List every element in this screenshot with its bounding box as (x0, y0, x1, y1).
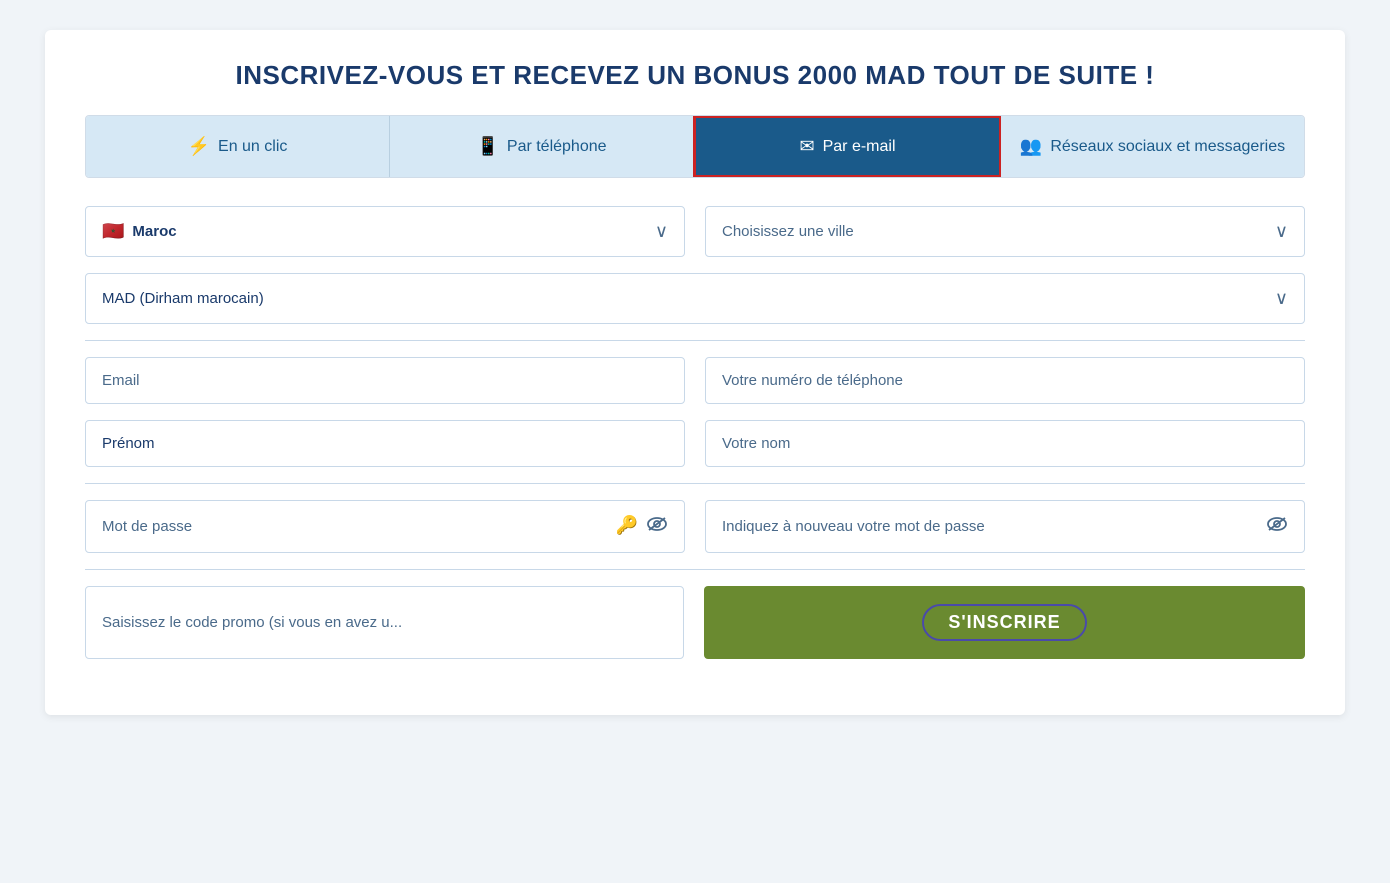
submit-button[interactable]: S'INSCRIRE (704, 586, 1305, 659)
country-select[interactable]: 🇲🇦 Maroc ∨ (85, 206, 685, 257)
confirm-password-icons (1266, 515, 1288, 538)
confirm-eye-slash-icon[interactable] (1266, 515, 1288, 538)
password-field[interactable]: Mot de passe 🔑 (85, 500, 685, 553)
bolt-icon: ⚡ (188, 136, 210, 157)
phone-icon: 📱 (476, 136, 498, 157)
divider-3 (85, 569, 1305, 570)
registration-container: INSCRIVEZ-VOUS ET RECEVEZ UN BONUS 2000 … (45, 30, 1345, 715)
divider-1 (85, 340, 1305, 341)
email-phone-row: Email Votre numéro de téléphone (85, 357, 1305, 404)
users-icon: 👥 (1020, 136, 1042, 157)
city-select[interactable]: Choisissez une ville ∨ (705, 206, 1305, 257)
country-city-row: 🇲🇦 Maroc ∨ Choisissez une ville ∨ (85, 206, 1305, 257)
lastname-field[interactable]: Votre nom (705, 420, 1305, 467)
promo-field[interactable]: Saisissez le code promo (si vous en avez… (85, 586, 684, 659)
eye-slash-icon[interactable] (646, 515, 668, 538)
confirm-password-field[interactable]: Indiquez à nouveau votre mot de passe (705, 500, 1305, 553)
name-row: Prénom Votre nom (85, 420, 1305, 467)
divider-2 (85, 483, 1305, 484)
tab-par-telephone[interactable]: 📱 Par téléphone (390, 116, 694, 177)
firstname-field[interactable]: Prénom (85, 420, 685, 467)
country-chevron: ∨ (655, 221, 668, 242)
password-icons: 🔑 (616, 515, 668, 538)
promo-submit-row: Saisissez le code promo (si vous en avez… (85, 586, 1305, 659)
tab-reseaux-sociaux[interactable]: 👥 Réseaux sociaux et messageries (1001, 116, 1304, 177)
currency-select[interactable]: MAD (Dirham marocain) ∨ (85, 273, 1305, 324)
email-tab-icon: ✉ (800, 136, 815, 157)
currency-row: MAD (Dirham marocain) ∨ (85, 273, 1305, 324)
key-icon: 🔑 (616, 515, 638, 538)
page-title: INSCRIVEZ-VOUS ET RECEVEZ UN BONUS 2000 … (85, 60, 1305, 91)
tab-par-email[interactable]: ✉ Par e-mail (693, 115, 1002, 178)
tab-en-un-clic[interactable]: ⚡ En un clic (86, 116, 390, 177)
city-chevron: ∨ (1275, 221, 1288, 242)
password-row: Mot de passe 🔑 Indiquez à nouveau votre … (85, 500, 1305, 553)
phone-field[interactable]: Votre numéro de téléphone (705, 357, 1305, 404)
email-field[interactable]: Email (85, 357, 685, 404)
currency-chevron: ∨ (1275, 288, 1288, 309)
registration-form: 🇲🇦 Maroc ∨ Choisissez une ville ∨ MAD (D… (85, 206, 1305, 659)
registration-tabs: ⚡ En un clic 📱 Par téléphone ✉ Par e-mai… (85, 115, 1305, 178)
morocco-flag: 🇲🇦 (102, 221, 124, 242)
